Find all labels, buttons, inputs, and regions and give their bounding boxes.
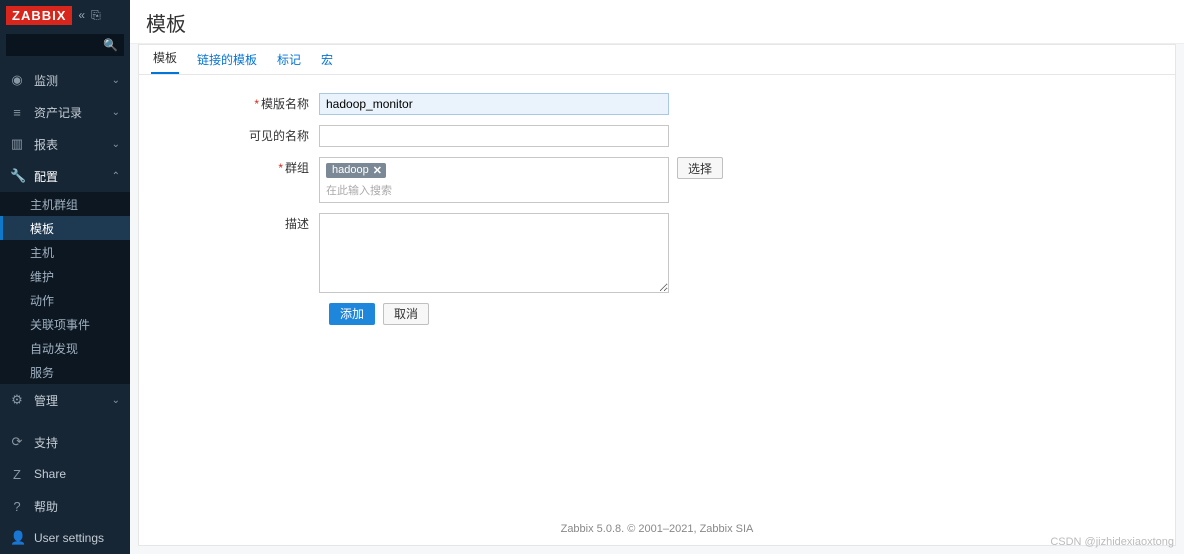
nav-label: 报表 bbox=[34, 136, 58, 153]
footer: Zabbix 5.0.8. © 2001–2021, Zabbix SIA bbox=[139, 513, 1175, 545]
select-group-button[interactable]: 选择 bbox=[677, 157, 723, 179]
group-tagbox[interactable]: hadoop ✕ 在此输入搜索 bbox=[319, 157, 669, 203]
help-icon: ? bbox=[10, 499, 24, 514]
nav-label: User settings bbox=[34, 531, 104, 545]
cancel-button[interactable]: 取消 bbox=[383, 303, 429, 325]
nav-inventory[interactable]: ≡ 资产记录 ⌄ bbox=[0, 96, 130, 128]
nav-administration[interactable]: ⚙ 管理 ⌄ bbox=[0, 384, 130, 416]
subnav-maintenance[interactable]: 维护 bbox=[0, 264, 130, 288]
chevron-down-icon: ⌄ bbox=[112, 107, 120, 118]
template-name-label: *模版名称 bbox=[159, 93, 319, 115]
nav-label: 支持 bbox=[34, 434, 58, 451]
subnav-templates[interactable]: 模板 bbox=[0, 216, 130, 240]
nav-configuration-sub: 主机群组 模板 主机 维护 动作 关联项事件 自动发现 服务 bbox=[0, 192, 130, 384]
user-icon: 👤 bbox=[10, 530, 24, 546]
gear-icon: ⚙ bbox=[10, 392, 24, 408]
nav-reports[interactable]: ▥ 报表 ⌄ bbox=[0, 128, 130, 160]
description-label: 描述 bbox=[159, 213, 319, 235]
group-tag: hadoop ✕ bbox=[326, 163, 386, 178]
description-textarea[interactable] bbox=[319, 213, 669, 293]
page-title: 模板 bbox=[130, 0, 1184, 44]
chart-icon: ▥ bbox=[10, 136, 24, 152]
remove-tag-icon[interactable]: ✕ bbox=[373, 164, 382, 177]
subnav-discovery[interactable]: 自动发现 bbox=[0, 336, 130, 360]
wrench-icon: 🔧 bbox=[10, 168, 24, 184]
search-box: 🔍 bbox=[6, 34, 124, 56]
sidebar: ZABBIX « ⎘ 🔍 ◉ 监测 ⌄ ≡ 资产记录 ⌄ bbox=[0, 0, 130, 554]
watermark: CSDN @jizhidexiaoxtong bbox=[1050, 536, 1174, 548]
nav-share[interactable]: Z Share bbox=[0, 458, 130, 490]
tabs: 模板 链接的模板 标记 宏 bbox=[139, 45, 1175, 75]
subnav-correlation[interactable]: 关联项事件 bbox=[0, 312, 130, 336]
panel: 模板 链接的模板 标记 宏 *模版名称 可见的名称 bbox=[138, 44, 1176, 546]
main: 模板 模板 链接的模板 标记 宏 *模版名称 bbox=[130, 0, 1184, 554]
template-name-input[interactable] bbox=[319, 93, 669, 115]
nav-label: 帮助 bbox=[34, 498, 58, 515]
group-label: *群组 bbox=[159, 157, 319, 179]
nav-label: 配置 bbox=[34, 168, 58, 185]
nav-label: Share bbox=[34, 467, 66, 481]
nav-label: 监测 bbox=[34, 72, 58, 89]
tab-template[interactable]: 模板 bbox=[151, 43, 179, 74]
nav-label: 资产记录 bbox=[34, 104, 82, 121]
subnav-hosts[interactable]: 主机 bbox=[0, 240, 130, 264]
nav-monitoring[interactable]: ◉ 监测 ⌄ bbox=[0, 64, 130, 96]
chevron-up-icon: ⌃ bbox=[112, 171, 120, 182]
nav-usersettings[interactable]: 👤 User settings bbox=[0, 522, 130, 554]
eye-icon: ◉ bbox=[10, 72, 24, 88]
nav-main2: ⚙ 管理 ⌄ bbox=[0, 384, 130, 416]
subnav-services[interactable]: 服务 bbox=[0, 360, 130, 384]
nav-main: ◉ 监测 ⌄ ≡ 资产记录 ⌄ ▥ 报表 ⌄ 🔧 配置 ⌃ bbox=[0, 64, 130, 192]
nav-configuration[interactable]: 🔧 配置 ⌃ bbox=[0, 160, 130, 192]
list-icon: ≡ bbox=[10, 105, 24, 120]
tab-tags[interactable]: 标记 bbox=[275, 45, 303, 74]
search-icon[interactable]: 🔍 bbox=[103, 38, 118, 52]
popout-icon[interactable]: ⎘ bbox=[91, 8, 101, 23]
visible-name-input[interactable] bbox=[319, 125, 669, 147]
visible-name-label: 可见的名称 bbox=[159, 125, 319, 147]
nav-bottom: ⟳ 支持 Z Share ? 帮助 👤 User settings bbox=[0, 426, 130, 554]
collapse-icon[interactable]: « bbox=[78, 8, 85, 23]
tab-macros[interactable]: 宏 bbox=[319, 45, 335, 74]
chevron-down-icon: ⌄ bbox=[112, 75, 120, 86]
support-icon: ⟳ bbox=[10, 434, 24, 450]
chevron-down-icon: ⌄ bbox=[112, 139, 120, 150]
tab-linked[interactable]: 链接的模板 bbox=[195, 45, 259, 74]
logo-row: ZABBIX « ⎘ bbox=[0, 0, 130, 30]
group-input-placeholder[interactable]: 在此输入搜索 bbox=[326, 182, 662, 198]
group-tag-label: hadoop bbox=[332, 164, 369, 176]
chevron-down-icon: ⌄ bbox=[112, 395, 120, 406]
subnav-hostgroups[interactable]: 主机群组 bbox=[0, 192, 130, 216]
add-button[interactable]: 添加 bbox=[329, 303, 375, 325]
subnav-actions[interactable]: 动作 bbox=[0, 288, 130, 312]
nav-support[interactable]: ⟳ 支持 bbox=[0, 426, 130, 458]
logo: ZABBIX bbox=[6, 6, 72, 25]
nav-label: 管理 bbox=[34, 392, 58, 409]
share-icon: Z bbox=[10, 467, 24, 482]
nav-help[interactable]: ? 帮助 bbox=[0, 490, 130, 522]
form: *模版名称 可见的名称 *群组 bbox=[139, 75, 1175, 343]
